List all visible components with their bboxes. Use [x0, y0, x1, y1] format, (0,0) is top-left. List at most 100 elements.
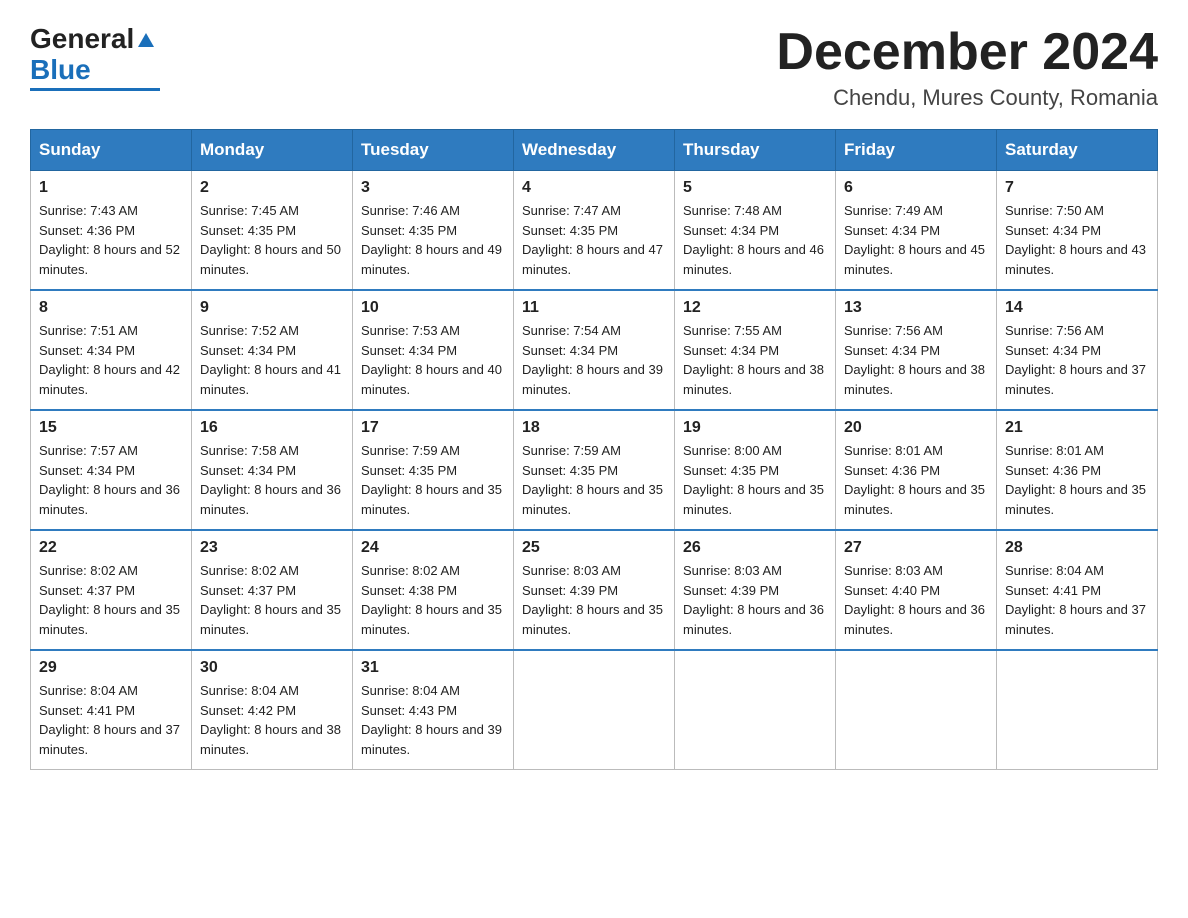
calendar-week-row: 22 Sunrise: 8:02 AM Sunset: 4:37 PM Dayl…	[31, 530, 1158, 650]
table-row: 15 Sunrise: 7:57 AM Sunset: 4:34 PM Dayl…	[31, 410, 192, 530]
logo-general-text: General	[30, 24, 134, 55]
day-number: 24	[361, 539, 505, 557]
day-number: 7	[1005, 179, 1149, 197]
col-tuesday: Tuesday	[353, 130, 514, 171]
day-info: Sunrise: 7:50 AM Sunset: 4:34 PM Dayligh…	[1005, 201, 1149, 279]
day-info: Sunrise: 7:57 AM Sunset: 4:34 PM Dayligh…	[39, 441, 183, 519]
table-row: 26 Sunrise: 8:03 AM Sunset: 4:39 PM Dayl…	[675, 530, 836, 650]
day-info: Sunrise: 8:02 AM Sunset: 4:37 PM Dayligh…	[200, 561, 344, 639]
day-number: 17	[361, 419, 505, 437]
day-number: 30	[200, 659, 344, 677]
table-row: 5 Sunrise: 7:48 AM Sunset: 4:34 PM Dayli…	[675, 171, 836, 291]
table-row: 22 Sunrise: 8:02 AM Sunset: 4:37 PM Dayl…	[31, 530, 192, 650]
day-info: Sunrise: 7:56 AM Sunset: 4:34 PM Dayligh…	[1005, 321, 1149, 399]
day-number: 1	[39, 179, 183, 197]
calendar-week-row: 29 Sunrise: 8:04 AM Sunset: 4:41 PM Dayl…	[31, 650, 1158, 770]
day-number: 21	[1005, 419, 1149, 437]
day-number: 20	[844, 419, 988, 437]
col-friday: Friday	[836, 130, 997, 171]
logo: General Blue	[30, 24, 160, 91]
day-number: 8	[39, 299, 183, 317]
day-info: Sunrise: 7:45 AM Sunset: 4:35 PM Dayligh…	[200, 201, 344, 279]
day-number: 15	[39, 419, 183, 437]
logo-underline	[30, 88, 160, 91]
table-row: 19 Sunrise: 8:00 AM Sunset: 4:35 PM Dayl…	[675, 410, 836, 530]
day-number: 27	[844, 539, 988, 557]
calendar-title: December 2024	[776, 24, 1158, 81]
calendar-header-row: Sunday Monday Tuesday Wednesday Thursday…	[31, 130, 1158, 171]
table-row: 10 Sunrise: 7:53 AM Sunset: 4:34 PM Dayl…	[353, 290, 514, 410]
table-row: 24 Sunrise: 8:02 AM Sunset: 4:38 PM Dayl…	[353, 530, 514, 650]
day-info: Sunrise: 7:49 AM Sunset: 4:34 PM Dayligh…	[844, 201, 988, 279]
day-info: Sunrise: 8:02 AM Sunset: 4:37 PM Dayligh…	[39, 561, 183, 639]
day-number: 25	[522, 539, 666, 557]
table-row: 31 Sunrise: 8:04 AM Sunset: 4:43 PM Dayl…	[353, 650, 514, 770]
table-row: 14 Sunrise: 7:56 AM Sunset: 4:34 PM Dayl…	[997, 290, 1158, 410]
col-thursday: Thursday	[675, 130, 836, 171]
day-info: Sunrise: 8:03 AM Sunset: 4:40 PM Dayligh…	[844, 561, 988, 639]
calendar-table: Sunday Monday Tuesday Wednesday Thursday…	[30, 129, 1158, 770]
day-number: 2	[200, 179, 344, 197]
logo-triangle-icon	[138, 33, 154, 47]
col-saturday: Saturday	[997, 130, 1158, 171]
day-number: 28	[1005, 539, 1149, 557]
day-info: Sunrise: 7:51 AM Sunset: 4:34 PM Dayligh…	[39, 321, 183, 399]
day-info: Sunrise: 8:03 AM Sunset: 4:39 PM Dayligh…	[683, 561, 827, 639]
day-info: Sunrise: 8:04 AM Sunset: 4:43 PM Dayligh…	[361, 681, 505, 759]
table-row: 1 Sunrise: 7:43 AM Sunset: 4:36 PM Dayli…	[31, 171, 192, 291]
day-info: Sunrise: 8:01 AM Sunset: 4:36 PM Dayligh…	[844, 441, 988, 519]
table-row: 21 Sunrise: 8:01 AM Sunset: 4:36 PM Dayl…	[997, 410, 1158, 530]
day-info: Sunrise: 8:02 AM Sunset: 4:38 PM Dayligh…	[361, 561, 505, 639]
day-number: 9	[200, 299, 344, 317]
day-number: 22	[39, 539, 183, 557]
day-info: Sunrise: 7:53 AM Sunset: 4:34 PM Dayligh…	[361, 321, 505, 399]
day-number: 10	[361, 299, 505, 317]
day-info: Sunrise: 7:54 AM Sunset: 4:34 PM Dayligh…	[522, 321, 666, 399]
table-row: 2 Sunrise: 7:45 AM Sunset: 4:35 PM Dayli…	[192, 171, 353, 291]
table-row	[514, 650, 675, 770]
table-row: 3 Sunrise: 7:46 AM Sunset: 4:35 PM Dayli…	[353, 171, 514, 291]
day-number: 29	[39, 659, 183, 677]
day-number: 3	[361, 179, 505, 197]
table-row: 20 Sunrise: 8:01 AM Sunset: 4:36 PM Dayl…	[836, 410, 997, 530]
table-row: 23 Sunrise: 8:02 AM Sunset: 4:37 PM Dayl…	[192, 530, 353, 650]
table-row: 27 Sunrise: 8:03 AM Sunset: 4:40 PM Dayl…	[836, 530, 997, 650]
table-row: 25 Sunrise: 8:03 AM Sunset: 4:39 PM Dayl…	[514, 530, 675, 650]
table-row: 13 Sunrise: 7:56 AM Sunset: 4:34 PM Dayl…	[836, 290, 997, 410]
table-row	[836, 650, 997, 770]
table-row: 16 Sunrise: 7:58 AM Sunset: 4:34 PM Dayl…	[192, 410, 353, 530]
table-row: 29 Sunrise: 8:04 AM Sunset: 4:41 PM Dayl…	[31, 650, 192, 770]
calendar-title-block: December 2024 Chendu, Mures County, Roma…	[776, 24, 1158, 111]
day-info: Sunrise: 7:56 AM Sunset: 4:34 PM Dayligh…	[844, 321, 988, 399]
calendar-week-row: 8 Sunrise: 7:51 AM Sunset: 4:34 PM Dayli…	[31, 290, 1158, 410]
day-info: Sunrise: 8:01 AM Sunset: 4:36 PM Dayligh…	[1005, 441, 1149, 519]
day-number: 18	[522, 419, 666, 437]
day-info: Sunrise: 7:55 AM Sunset: 4:34 PM Dayligh…	[683, 321, 827, 399]
day-info: Sunrise: 7:58 AM Sunset: 4:34 PM Dayligh…	[200, 441, 344, 519]
day-info: Sunrise: 8:04 AM Sunset: 4:42 PM Dayligh…	[200, 681, 344, 759]
day-number: 11	[522, 299, 666, 317]
day-number: 13	[844, 299, 988, 317]
day-number: 23	[200, 539, 344, 557]
table-row: 18 Sunrise: 7:59 AM Sunset: 4:35 PM Dayl…	[514, 410, 675, 530]
table-row: 28 Sunrise: 8:04 AM Sunset: 4:41 PM Dayl…	[997, 530, 1158, 650]
table-row: 12 Sunrise: 7:55 AM Sunset: 4:34 PM Dayl…	[675, 290, 836, 410]
table-row	[997, 650, 1158, 770]
day-info: Sunrise: 7:59 AM Sunset: 4:35 PM Dayligh…	[522, 441, 666, 519]
col-monday: Monday	[192, 130, 353, 171]
table-row: 9 Sunrise: 7:52 AM Sunset: 4:34 PM Dayli…	[192, 290, 353, 410]
calendar-week-row: 15 Sunrise: 7:57 AM Sunset: 4:34 PM Dayl…	[31, 410, 1158, 530]
calendar-subtitle: Chendu, Mures County, Romania	[776, 85, 1158, 111]
table-row: 8 Sunrise: 7:51 AM Sunset: 4:34 PM Dayli…	[31, 290, 192, 410]
day-number: 12	[683, 299, 827, 317]
table-row: 11 Sunrise: 7:54 AM Sunset: 4:34 PM Dayl…	[514, 290, 675, 410]
col-wednesday: Wednesday	[514, 130, 675, 171]
col-sunday: Sunday	[31, 130, 192, 171]
day-info: Sunrise: 8:04 AM Sunset: 4:41 PM Dayligh…	[39, 681, 183, 759]
day-info: Sunrise: 7:47 AM Sunset: 4:35 PM Dayligh…	[522, 201, 666, 279]
day-info: Sunrise: 7:52 AM Sunset: 4:34 PM Dayligh…	[200, 321, 344, 399]
day-info: Sunrise: 8:03 AM Sunset: 4:39 PM Dayligh…	[522, 561, 666, 639]
day-info: Sunrise: 7:43 AM Sunset: 4:36 PM Dayligh…	[39, 201, 183, 279]
page-header: General Blue December 2024 Chendu, Mures…	[30, 24, 1158, 111]
day-info: Sunrise: 8:00 AM Sunset: 4:35 PM Dayligh…	[683, 441, 827, 519]
